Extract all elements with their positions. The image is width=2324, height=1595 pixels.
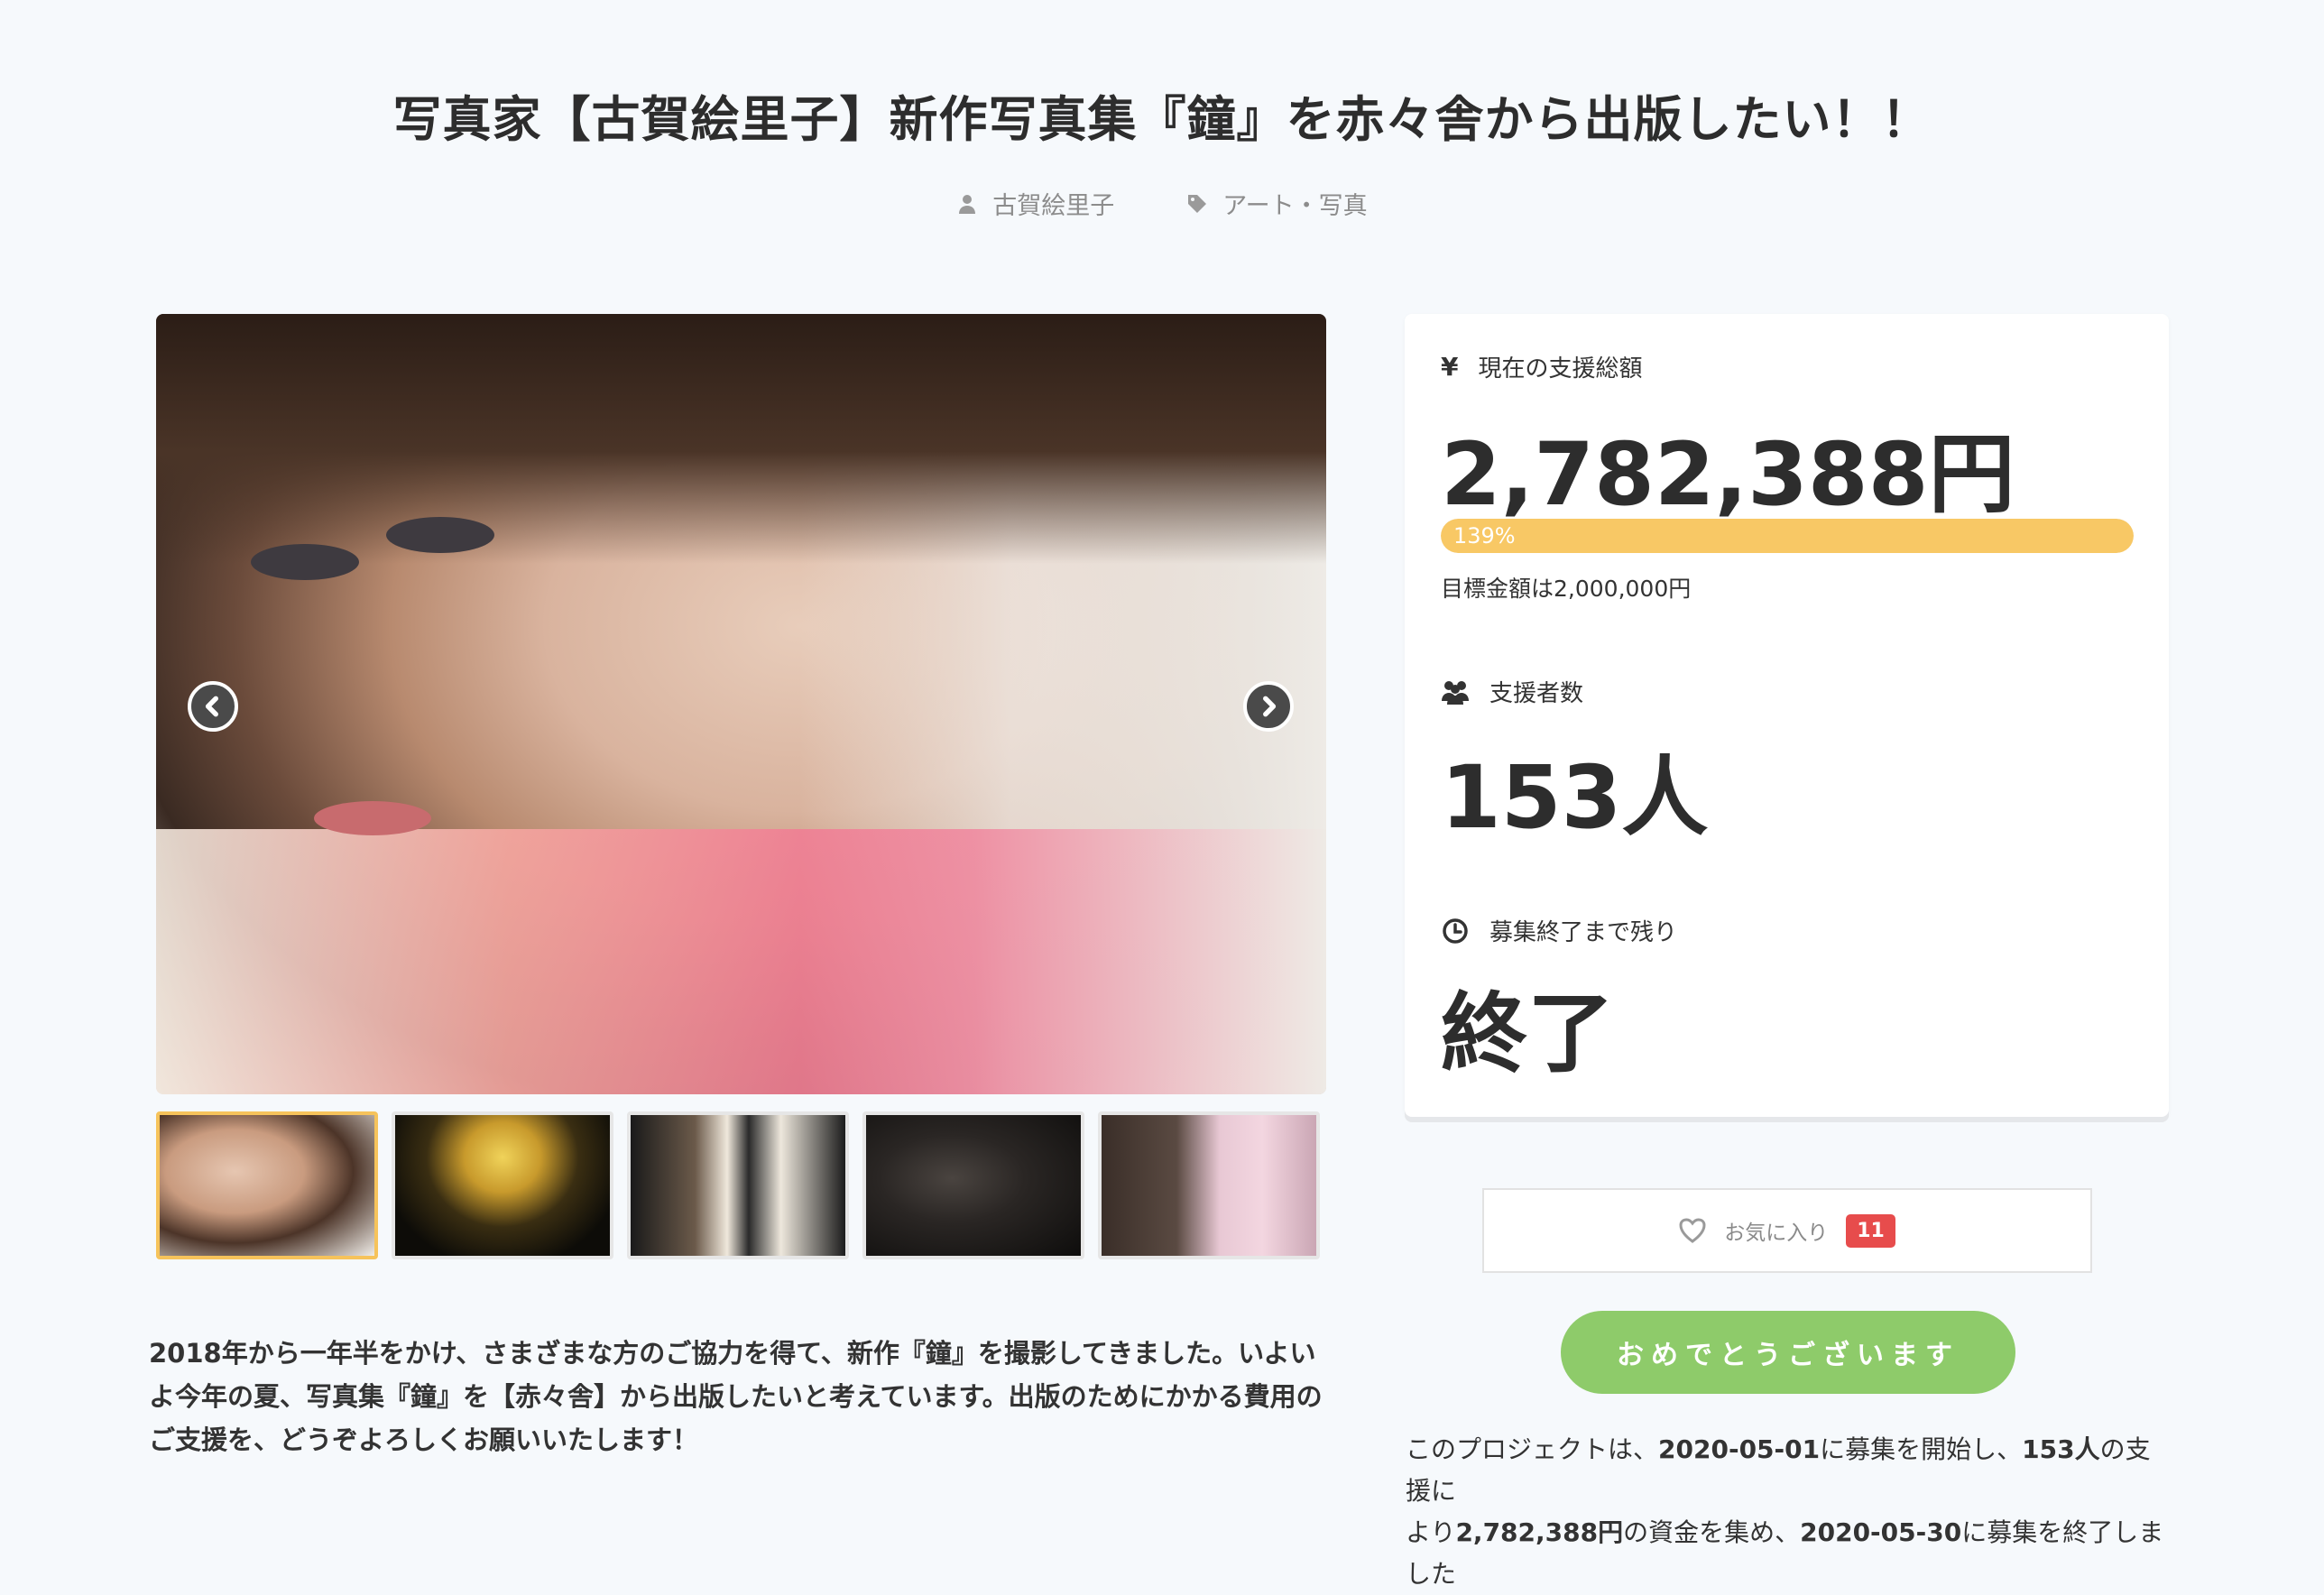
heart-icon	[1679, 1218, 1706, 1243]
thumbnail[interactable]	[156, 1111, 378, 1259]
backers-label: 支援者数	[1489, 680, 1584, 707]
author-link[interactable]: 古賀絵里子	[956, 186, 1114, 221]
remaining-value: 終了	[1441, 983, 1614, 1084]
funding-stats-panel: ¥ 現在の支援総額 2,782,388円 139% 目標金額は2,000,000…	[1405, 314, 2169, 1117]
summary-end-date: 2020-05-30	[1800, 1517, 1962, 1547]
funding-progress-bar: 139%	[1441, 519, 2134, 553]
users-icon	[1442, 680, 1469, 705]
project-description: 2018年から一年半をかけ、さまざまな方のご協力を得て、新作『鐘』を撮影してきま…	[149, 1338, 1323, 1455]
thumbnail-strip	[156, 1111, 1320, 1259]
amount-value: 2,782,388円	[1441, 424, 2015, 525]
summary-text: の資金を集め、	[1623, 1517, 1801, 1547]
backers-label-row: 支援者数	[1441, 675, 1583, 708]
chevron-right-icon	[1263, 696, 1277, 717]
favorite-button[interactable]: お気に入り 11	[1482, 1188, 2092, 1273]
project-summary: このプロジェクトは、2020-05-01に募集を開始し、153人の支援に より2,…	[1406, 1429, 2172, 1595]
favorite-count-badge: 11	[1846, 1213, 1895, 1248]
summary-text: に募集を開始し、	[1820, 1434, 2023, 1464]
remaining-label-row: 募集終了まで残り	[1441, 914, 1677, 947]
remaining-label: 募集終了まで残り	[1489, 919, 1678, 946]
next-image-button[interactable]	[1243, 681, 1294, 732]
user-icon	[959, 194, 976, 214]
backers-value: 153人	[1441, 747, 1709, 848]
clock-icon	[1443, 917, 1468, 944]
yen-icon: ¥	[1441, 352, 1459, 382]
thumbnail[interactable]	[627, 1111, 849, 1259]
category-link[interactable]: アート・写真	[1186, 186, 1368, 221]
summary-amount: 2,782,388円	[1455, 1517, 1624, 1547]
previous-image-button[interactable]	[188, 681, 238, 732]
summary-text: このプロジェクトは、	[1406, 1434, 1659, 1464]
chevron-left-icon	[205, 696, 218, 717]
amount-label-row: ¥ 現在の支援総額	[1441, 350, 1643, 383]
page-title: 写真家【古賀絵里子】新作写真集『鐘』を赤々舎から出版したい！！	[392, 91, 1932, 148]
thumbnail[interactable]	[1098, 1111, 1320, 1259]
progress-fill: 139%	[1441, 519, 2134, 553]
thumbnail[interactable]	[862, 1111, 1084, 1259]
category-name: アート・写真	[1222, 192, 1368, 220]
main-project-image	[156, 314, 1326, 1094]
summary-text: より	[1406, 1517, 1456, 1547]
project-meta: 古賀絵里子 アート・写真	[0, 186, 2324, 221]
summary-start-date: 2020-05-01	[1658, 1434, 1821, 1464]
amount-label: 現在の支援総額	[1478, 355, 1643, 383]
author-name: 古賀絵里子	[992, 192, 1115, 220]
favorite-label: お気に入り	[1724, 1222, 1829, 1245]
thumbnail[interactable]	[392, 1111, 613, 1259]
tag-icon	[1188, 194, 1207, 213]
summary-backers: 153人	[2022, 1434, 2100, 1464]
goal-amount: 目標金額は2,000,000円	[1441, 576, 1692, 602]
congrats-button[interactable]: おめでとうございます	[1561, 1311, 2015, 1394]
